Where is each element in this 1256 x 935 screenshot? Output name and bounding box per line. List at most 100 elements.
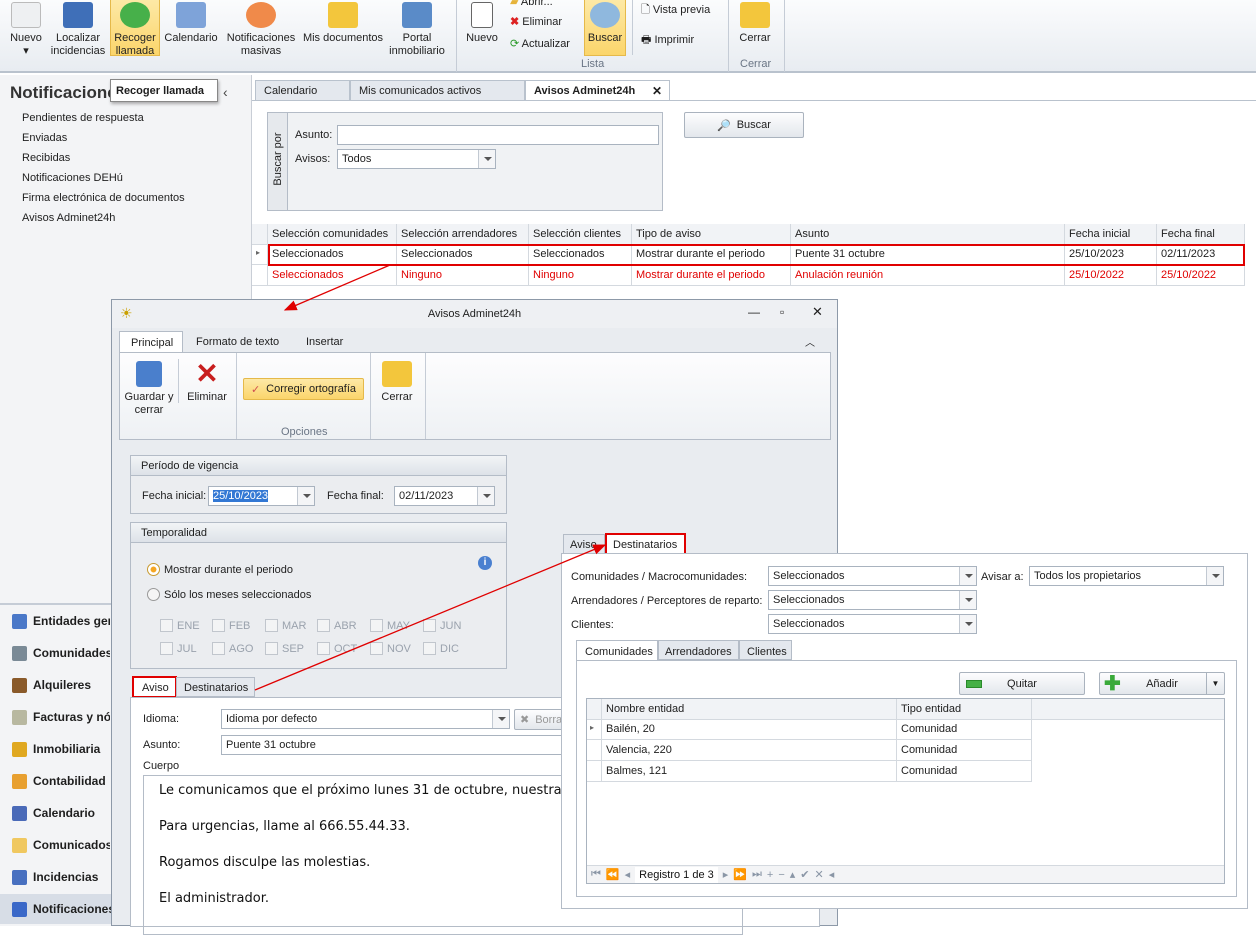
list-item-avisos[interactable]: Avisos Adminet24h [22,212,115,224]
month-checkbox[interactable] [160,642,173,655]
nav-item[interactable]: Alquileres [0,670,110,700]
collapse-ribbon-icon[interactable]: ︿ [805,334,815,349]
tab-destinatarios[interactable]: Destinatarios [176,677,255,697]
eliminar-button[interactable]: ✖ Eliminar [510,15,562,28]
recoger-llamada-button[interactable]: Recoger llamada [110,0,160,57]
list-item-pendientes[interactable]: Pendientes de respuesta [22,112,144,124]
abrir-button[interactable]: ▰ Abrir... [510,0,553,8]
nuevo-button[interactable]: Nuevo ▾ [4,0,48,58]
month-checkbox[interactable] [423,619,436,632]
inner-tab-comunidades[interactable]: Comunidades [576,640,658,661]
nav-item[interactable]: Incidencias [0,862,110,892]
last-record-icon[interactable]: ⏭ [752,868,762,881]
guardar-cerrar-button[interactable]: Guardar y cerrar [124,359,174,417]
table-cell[interactable]: Ninguno [397,265,529,286]
month-checkbox[interactable] [317,642,330,655]
radio-mostrar-periodo[interactable] [147,563,160,576]
month-checkbox[interactable] [212,642,225,655]
ribbon-tab-insertar[interactable]: Insertar [306,336,343,348]
table-cell[interactable]: Comunidad [897,740,1032,761]
next-page-icon[interactable]: ⏩ [733,868,747,881]
inner-tab-arrendadores[interactable]: Arrendadores [658,640,739,660]
table-cell[interactable]: Anulación reunión [791,265,1065,286]
table-cell[interactable]: Ninguno [529,265,632,286]
column-header[interactable]: Asunto [791,224,1065,245]
table-cell[interactable]: Seleccionados [268,265,397,286]
column-header[interactable]: Nombre entidad [602,699,897,720]
eliminar-dialog-button[interactable]: ✕ Eliminar [182,359,232,404]
first-record-icon[interactable]: ⏮ [591,868,601,881]
localizar-incidencias-button[interactable]: Localizar incidencias [50,0,106,58]
asunto-search-input[interactable] [337,125,659,145]
nav-item[interactable]: Calendario [0,798,110,828]
nav-item[interactable]: Comunicados [0,830,110,860]
row-indicator[interactable] [252,265,268,286]
prev-page-icon[interactable]: ⏪ [606,868,620,881]
month-checkbox[interactable] [212,619,225,632]
column-header[interactable]: Tipo entidad [897,699,1032,720]
month-checkbox[interactable] [317,619,330,632]
buscar-button[interactable]: Buscar [584,0,626,56]
idioma-select[interactable]: Idioma por defecto [221,709,510,729]
cancel-icon[interactable]: ✕ [815,868,824,881]
close-tab-icon[interactable]: ✕ [652,84,662,98]
month-checkbox[interactable] [160,619,173,632]
nav-item[interactable]: Facturas y nóminas [0,702,110,732]
delete-record-icon[interactable]: − [778,869,784,881]
cerrar-dialog-button[interactable]: Cerrar [375,359,419,404]
info-icon[interactable]: i [478,556,492,570]
imprimir-button[interactable]: 🖶 Imprimir [641,31,694,50]
list-item-firma[interactable]: Firma electrónica de documentos [22,192,185,204]
maximize-button[interactable]: ▫ [780,305,784,319]
list-item-enviadas[interactable]: Enviadas [22,132,67,144]
fecha-inicial-input[interactable]: 25/10/2023 [208,486,315,506]
anadir-button[interactable]: ✚ Añadir ▼ [1099,672,1225,695]
table-cell[interactable]: Comunidad [897,761,1032,782]
table-cell[interactable]: Mostrar durante el periodo [632,265,791,286]
ribbon-tab-principal[interactable]: Principal [119,331,183,353]
table-cell[interactable]: Valencia, 220 [602,740,897,761]
vista-previa-button[interactable]: 🗋 Vista previa [641,1,710,20]
mis-documentos-button[interactable]: Mis documentos [301,0,385,45]
scroll-left-icon[interactable]: ◂ [829,868,835,881]
avisos-select[interactable]: Todos [337,149,496,169]
prev-record-icon[interactable]: ◂ [625,868,631,881]
clientes-select[interactable]: Seleccionados [768,614,977,634]
chevron-down-icon[interactable]: ▼ [1206,673,1224,694]
nav-item[interactable]: Entidades generales [0,606,110,636]
table-cell[interactable]: Bailén, 20 [602,719,897,740]
calendario-button[interactable]: Calendario [163,0,219,45]
fecha-final-input[interactable]: 02/11/2023 [394,486,495,506]
row-indicator[interactable] [587,761,602,782]
radio-meses-seleccionados[interactable] [147,588,160,601]
check-icon[interactable]: ✔ [800,868,809,881]
column-header[interactable]: Fecha inicial [1065,224,1157,245]
table-cell[interactable]: 25/10/2022 [1157,265,1245,286]
table-cell[interactable]: Balmes, 121 [602,761,897,782]
minimize-button[interactable]: — [748,305,760,319]
actualizar-button[interactable]: ⟳ Actualizar [510,37,570,50]
table-cell[interactable]: 25/10/2022 [1065,265,1157,286]
month-checkbox[interactable] [370,642,383,655]
column-header[interactable]: Tipo de aviso [632,224,791,245]
table-cell[interactable]: Comunidad [897,719,1032,740]
dest-tab-aviso[interactable]: Aviso [563,534,605,554]
avisar-select[interactable]: Todos los propietarios [1029,566,1224,586]
comunidades-select[interactable]: Seleccionados [768,566,977,586]
column-header[interactable]: Selección arrendadores [397,224,529,245]
ribbon-tab-formato[interactable]: Formato de texto [196,336,279,348]
nav-item[interactable]: Notificaciones [0,894,112,924]
arrendadores-select[interactable]: Seleccionados [768,590,977,610]
month-checkbox[interactable] [265,619,278,632]
month-checkbox[interactable] [265,642,278,655]
cerrar-button[interactable]: Cerrar [735,0,775,45]
portal-inmobiliario-button[interactable]: Portal inmobiliario [386,0,448,58]
search-button[interactable]: 🔎 Buscar [684,112,804,138]
column-header[interactable]: Fecha final [1157,224,1245,245]
notificaciones-masivas-button[interactable]: Notificaciones masivas [224,0,298,58]
tab-mis-comunicados[interactable]: Mis comunicados activos [350,80,525,101]
column-header[interactable]: Selección comunidades [268,224,397,245]
nav-item[interactable]: Contabilidad [0,766,110,796]
nav-item[interactable]: Comunidades [0,638,110,668]
month-checkbox[interactable] [370,619,383,632]
